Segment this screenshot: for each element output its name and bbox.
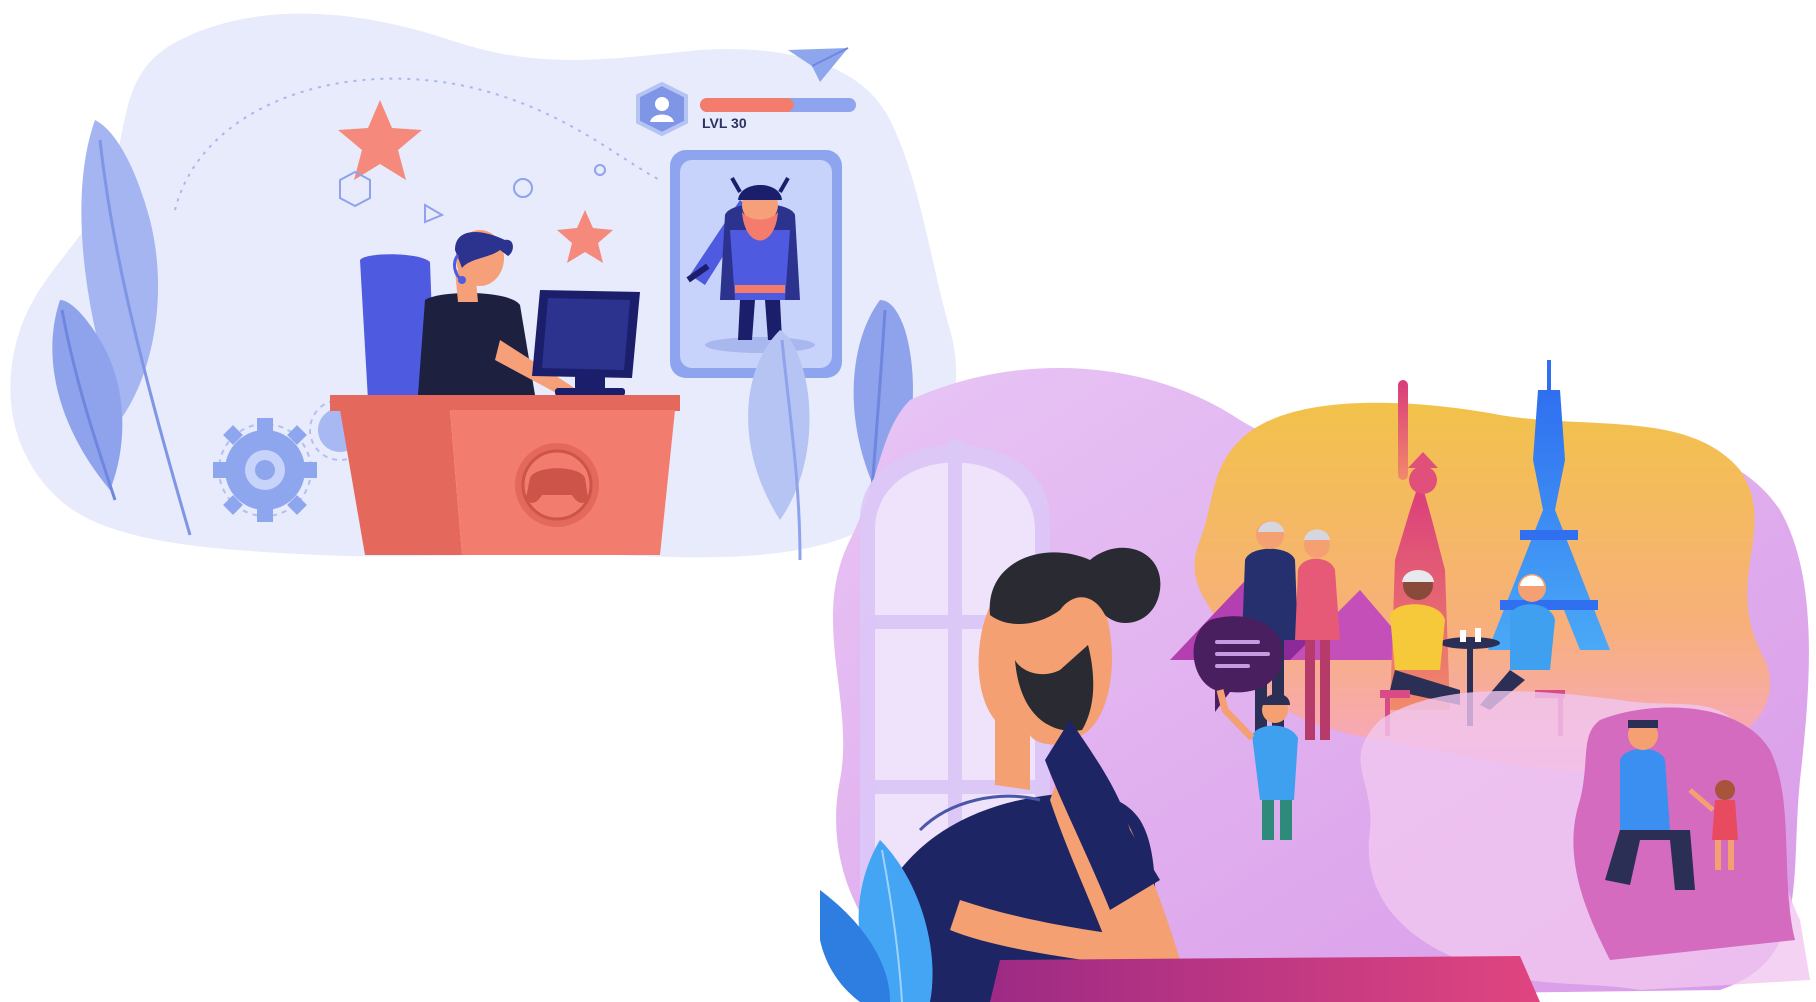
gaming-desk (330, 395, 680, 555)
gamepad-icon (515, 443, 599, 527)
gaming-illustration: LVL 30 (0, 0, 960, 580)
gear-icon (213, 418, 317, 522)
level-progress-fill (700, 98, 794, 112)
character-card (670, 150, 842, 378)
level-label: LVL 30 (702, 115, 747, 131)
dreaming-illustration (820, 360, 1816, 1002)
desk (990, 956, 1540, 1002)
